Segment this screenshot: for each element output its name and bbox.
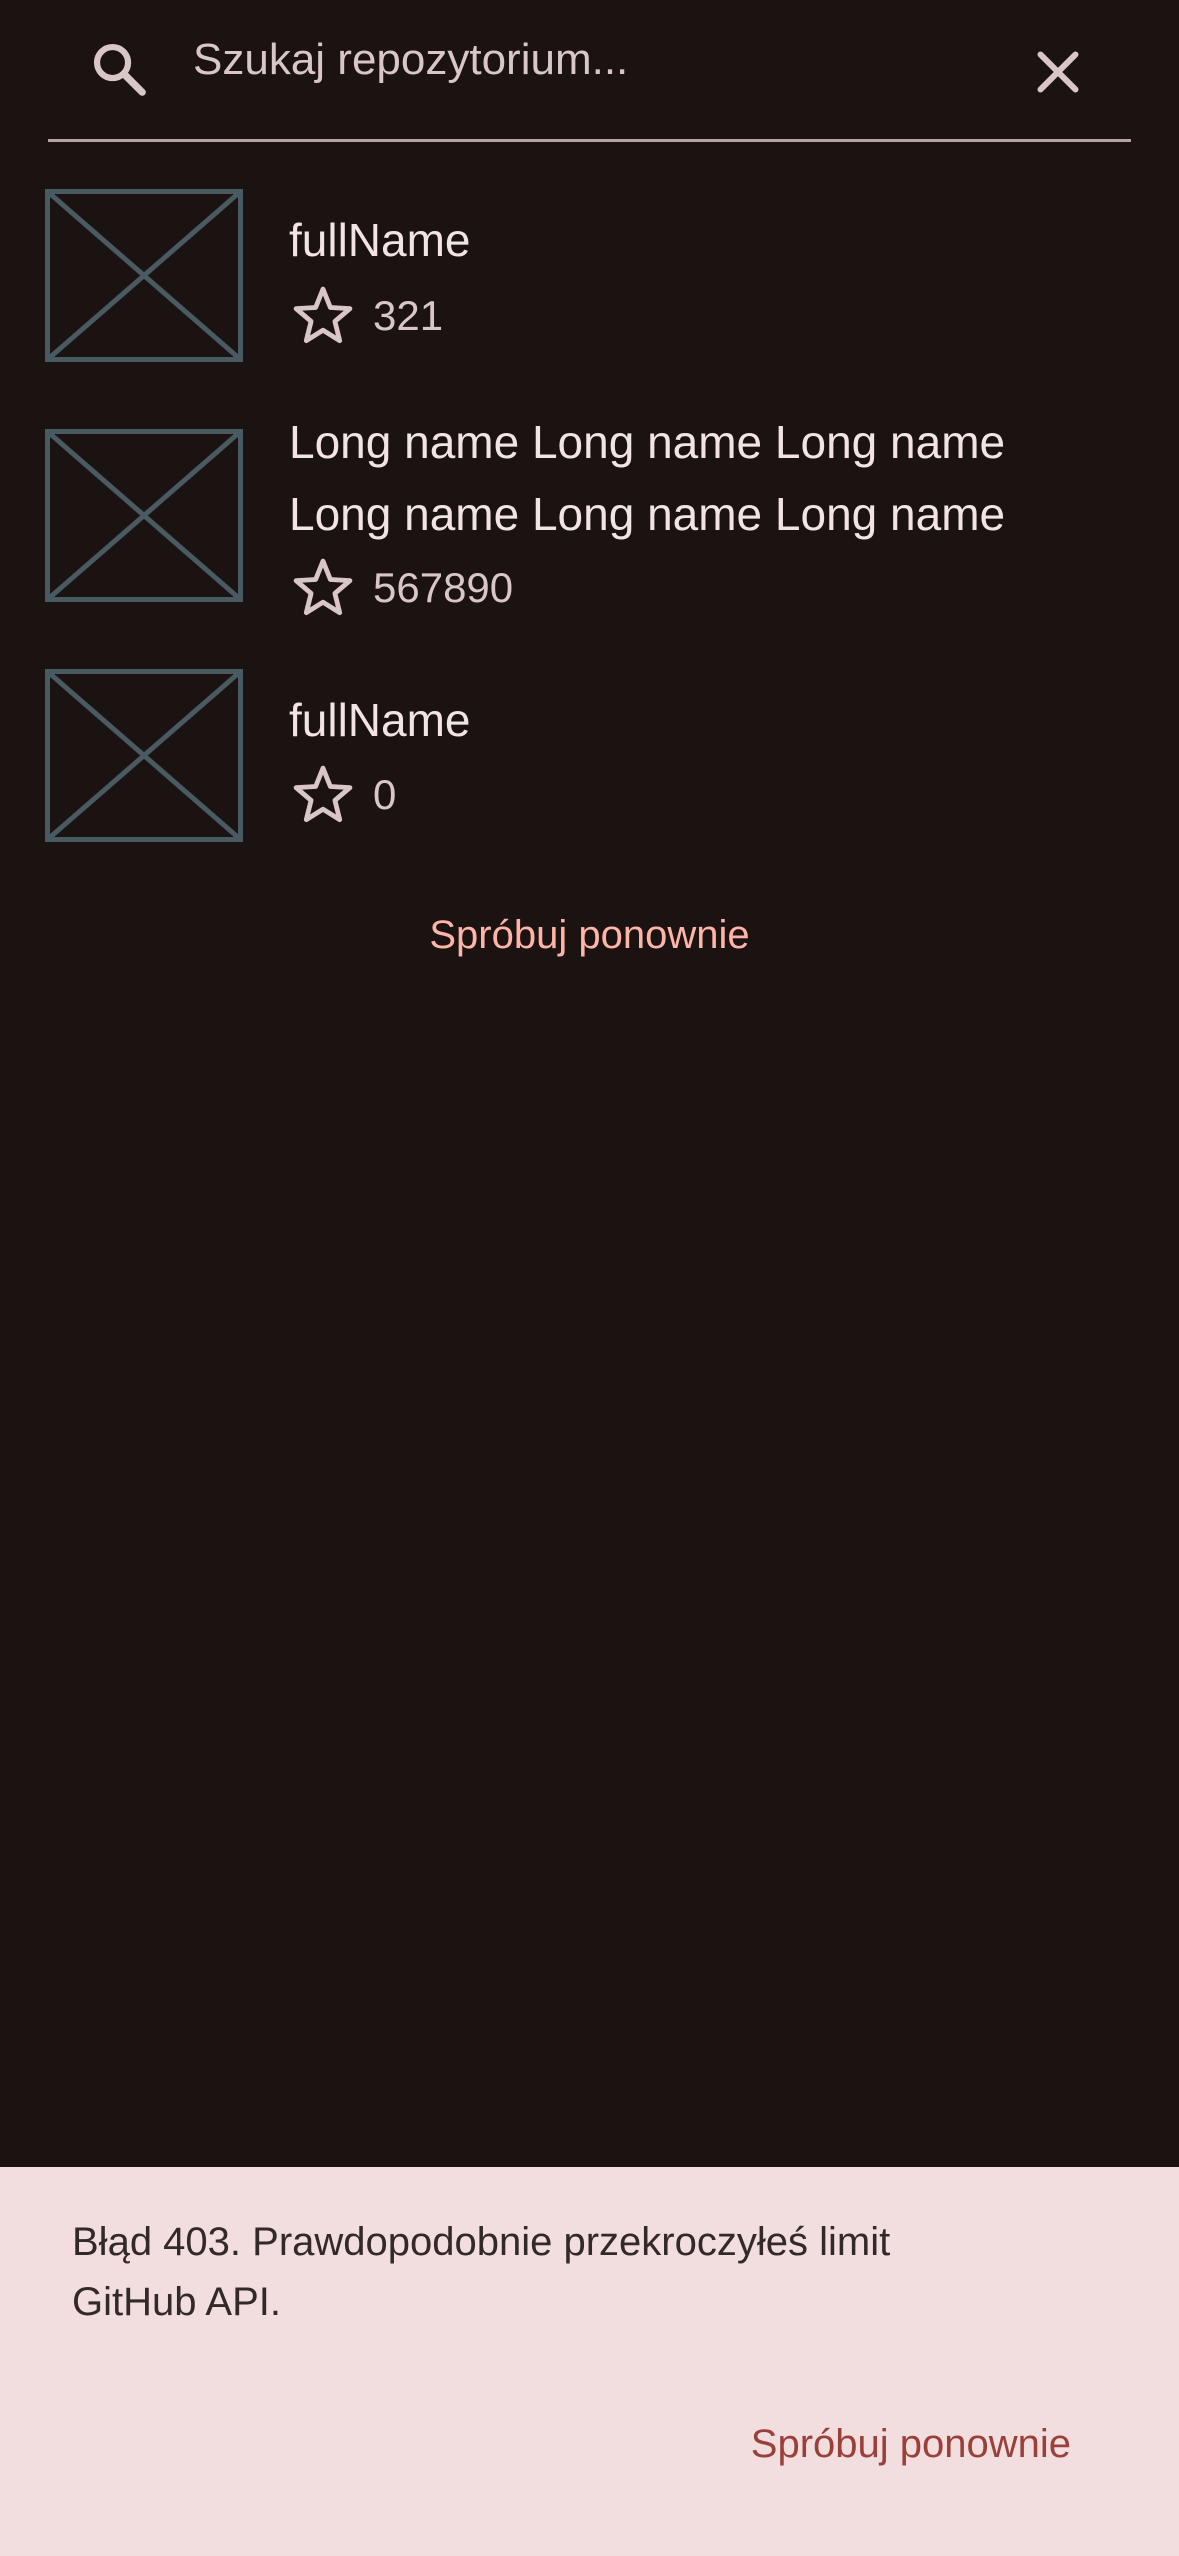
image-placeholder-icon — [45, 189, 243, 362]
repo-stars: 321 — [289, 281, 443, 351]
close-icon[interactable] — [1028, 42, 1088, 102]
star-icon — [293, 558, 353, 616]
search-bar — [48, 0, 1131, 142]
retry-button[interactable]: Spróbuj ponownie — [0, 905, 1179, 965]
snackbar-message: Błąd 403. Prawdopodobnie przekroczyłeś l… — [72, 2220, 891, 2324]
star-count: 321 — [373, 292, 444, 339]
repo-name: fullName — [289, 214, 471, 266]
repo-stars: 0 — [289, 760, 396, 830]
search-input[interactable] — [193, 20, 1013, 100]
star-count: 567890 — [373, 564, 514, 611]
image-placeholder-icon — [45, 669, 243, 842]
error-snackbar: Błąd 403. Prawdopodobnie przekroczyłeś l… — [0, 2167, 1179, 2556]
search-icon — [93, 43, 146, 96]
repo-name: fullName — [289, 694, 471, 746]
star-icon — [293, 286, 353, 344]
repo-stars: 567890 — [289, 553, 513, 623]
repo-name: Long name Long name Long name Long name … — [289, 416, 1006, 540]
image-placeholder-icon — [45, 429, 243, 602]
snackbar-retry-button[interactable]: Spróbuj ponownie — [751, 2414, 1071, 2474]
star-count: 0 — [373, 771, 397, 818]
star-icon — [293, 765, 353, 823]
